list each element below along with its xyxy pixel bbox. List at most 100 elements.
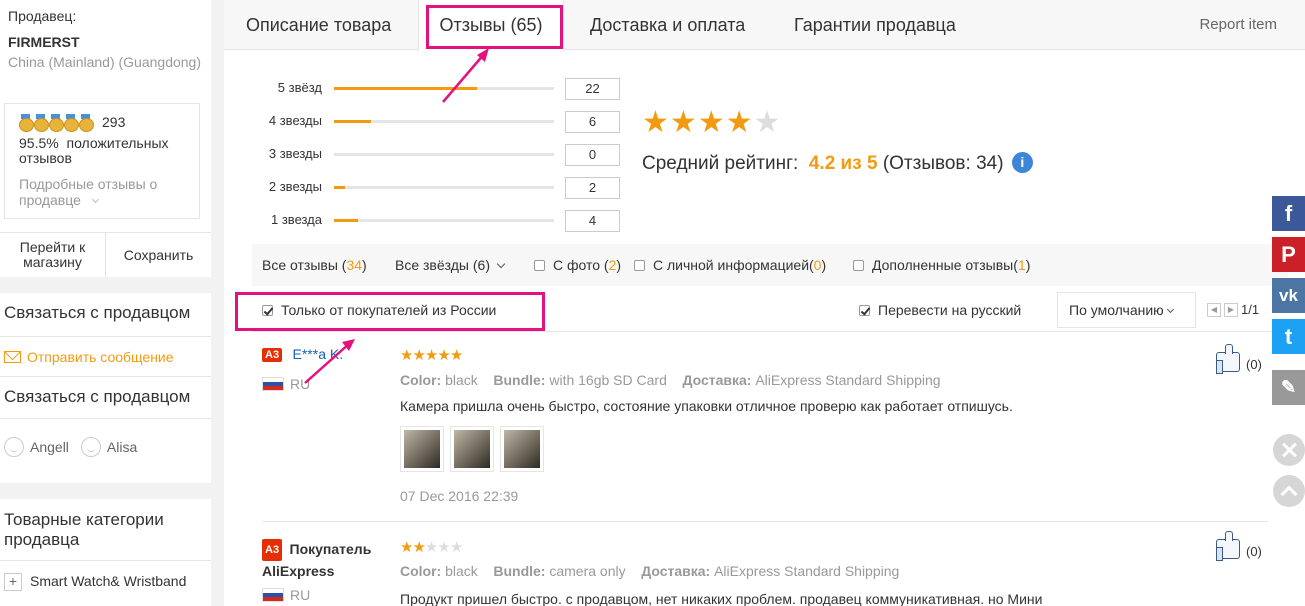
histogram-track: [334, 87, 554, 90]
histogram-count: 0: [565, 144, 620, 166]
stars-select-label: Все звёзды (6): [395, 257, 490, 273]
filter-stars-select[interactable]: Все звёзды (6): [395, 244, 506, 286]
edit-icon: ✎: [1280, 377, 1297, 397]
save-store-button[interactable]: Сохранить: [106, 233, 211, 277]
additional-label: Дополненные отзывы(: [872, 257, 1018, 273]
star-icon: ★: [669, 106, 697, 139]
delivery-label: Доставка:: [682, 372, 752, 388]
twitter-share-button[interactable]: t: [1272, 319, 1305, 354]
tab-description[interactable]: Описание товара: [246, 0, 391, 50]
bundle-value: camera only: [549, 563, 626, 579]
like-count: (0): [1246, 544, 1262, 559]
filter-with-photo[interactable]: С фото (2): [534, 244, 621, 286]
average-value: 4.2 из 5: [808, 153, 878, 174]
histogram-track: [334, 219, 554, 222]
next-page-button[interactable]: ▶: [1224, 302, 1238, 317]
info-icon[interactable]: i: [1011, 152, 1033, 173]
review-date: 07 Dec 2016 22:39: [400, 488, 519, 504]
pinterest-icon: P: [1281, 241, 1296, 267]
filter-additional[interactable]: Дополненные отзывы(1): [853, 244, 1030, 286]
vk-share-button[interactable]: vk: [1272, 278, 1305, 313]
seller-name[interactable]: FIRMERST: [8, 34, 203, 50]
go-to-store-button[interactable]: Перейти к магазину: [0, 233, 106, 277]
translate-option[interactable]: Перевести на русский: [859, 290, 1021, 330]
review-stars: ★★★★★: [400, 538, 463, 556]
agent-item[interactable]: Alisa: [80, 437, 138, 457]
close-button[interactable]: [1273, 434, 1305, 466]
personal-label: С личной информацией(: [653, 257, 814, 273]
bundle-label: Bundle:: [493, 563, 546, 579]
tab-guarantees[interactable]: Гарантии продавца: [794, 0, 956, 50]
review-photo[interactable]: [450, 426, 494, 472]
personal-close: ): [821, 257, 827, 273]
bundle-label: Bundle:: [493, 372, 546, 388]
filter-personal-info[interactable]: С личной информацией(0): [634, 244, 826, 286]
filter-all-reviews[interactable]: Все отзывы (34): [262, 244, 367, 286]
histogram-fill: [334, 120, 372, 123]
flag-ru-icon: [262, 377, 284, 391]
agent-name: Angell: [30, 439, 69, 455]
histogram-label: 2 звезды: [268, 179, 322, 194]
histogram-fill: [334, 186, 345, 189]
facebook-icon: f: [1284, 200, 1293, 226]
edit-button[interactable]: ✎: [1272, 370, 1305, 405]
seller-score: 293: [102, 114, 126, 130]
agent-list: Angell Alisa: [0, 419, 211, 475]
agent-name: Alisa: [106, 439, 138, 455]
twitter-icon: t: [1284, 323, 1293, 349]
send-message-label: Отправить сообщение: [27, 348, 174, 365]
reviewer-country: RU: [262, 376, 310, 392]
seller-card: Продавец: FIRMERST China (Mainland) (Gua…: [0, 0, 211, 277]
filter-all-count: 34: [346, 257, 363, 273]
review-photo[interactable]: [400, 426, 444, 472]
like-button[interactable]: (0): [1215, 531, 1262, 561]
seller-location: China (Mainland) (Guangdong): [8, 54, 201, 70]
review-item: A3 Покупатель AliExpress RU ★★★★★ Color:…: [262, 531, 1268, 606]
like-button[interactable]: (0): [1215, 344, 1262, 374]
main-content: Описание товара Отзывы (65) Доставка и о…: [224, 0, 1305, 606]
histogram-count: 4: [565, 210, 620, 232]
pinterest-share-button[interactable]: P: [1272, 237, 1305, 272]
star-icon: ★: [424, 539, 438, 556]
sort-select[interactable]: По умолчанию: [1057, 292, 1196, 328]
facebook-share-button[interactable]: f: [1272, 196, 1305, 231]
chevron-down-icon: [91, 195, 99, 204]
histogram-label: 1 звезда: [271, 212, 322, 227]
prev-page-button[interactable]: ◀: [1207, 302, 1221, 317]
flag-ru-icon: [262, 588, 284, 602]
checkbox-icon[interactable]: [634, 260, 645, 271]
category-item[interactable]: + Smart Watch& Wristband: [0, 561, 211, 603]
review-photo[interactable]: [500, 426, 544, 472]
product-tabs: Описание товара Отзывы (65) Доставка и о…: [224, 0, 1305, 51]
tab-shipping[interactable]: Доставка и оплата: [590, 0, 745, 50]
bundle-value: with 16gb SD Card: [549, 372, 667, 388]
scroll-top-button[interactable]: [1273, 475, 1305, 507]
agent-avatar-icon: [4, 437, 24, 457]
buyer-level-badge: A3: [262, 348, 283, 362]
additional-close: ): [1025, 257, 1031, 273]
reviewer-country: RU: [262, 587, 310, 603]
star-icon: ★: [449, 347, 463, 364]
star-icon: ★: [437, 347, 450, 364]
star-icon: ★: [400, 539, 413, 556]
categories-title: Товарные категории продавца: [0, 499, 211, 561]
agent-item[interactable]: Angell: [4, 437, 69, 457]
histogram-track: [334, 153, 554, 156]
contact-seller-card: Связаться с продавцом Отправить сообщени…: [0, 293, 211, 483]
filter-all-label: Все отзывы (: [262, 257, 347, 273]
report-item-link[interactable]: Report item: [1199, 0, 1277, 50]
histogram-label: 4 звезды: [268, 113, 322, 128]
checkbox-icon[interactable]: [534, 260, 545, 271]
detailed-feedback-link[interactable]: Подробные отзывы о продавце: [19, 176, 185, 208]
checkbox-icon[interactable]: [853, 260, 864, 271]
like-count: (0): [1246, 357, 1262, 372]
star-icon: ★: [697, 106, 725, 139]
expand-plus-icon[interactable]: +: [4, 573, 22, 591]
reviewer-info: A3 E***a K.: [262, 346, 343, 364]
page: Продавец: FIRMERST China (Mainland) (Gua…: [0, 0, 1305, 606]
star-icon: ★: [449, 539, 463, 556]
send-message-link[interactable]: Отправить сообщение: [0, 337, 211, 377]
checkbox-checked-icon[interactable]: [859, 305, 870, 316]
reviewer-name[interactable]: E***a K.: [293, 346, 344, 362]
medal-icon: [79, 114, 94, 132]
